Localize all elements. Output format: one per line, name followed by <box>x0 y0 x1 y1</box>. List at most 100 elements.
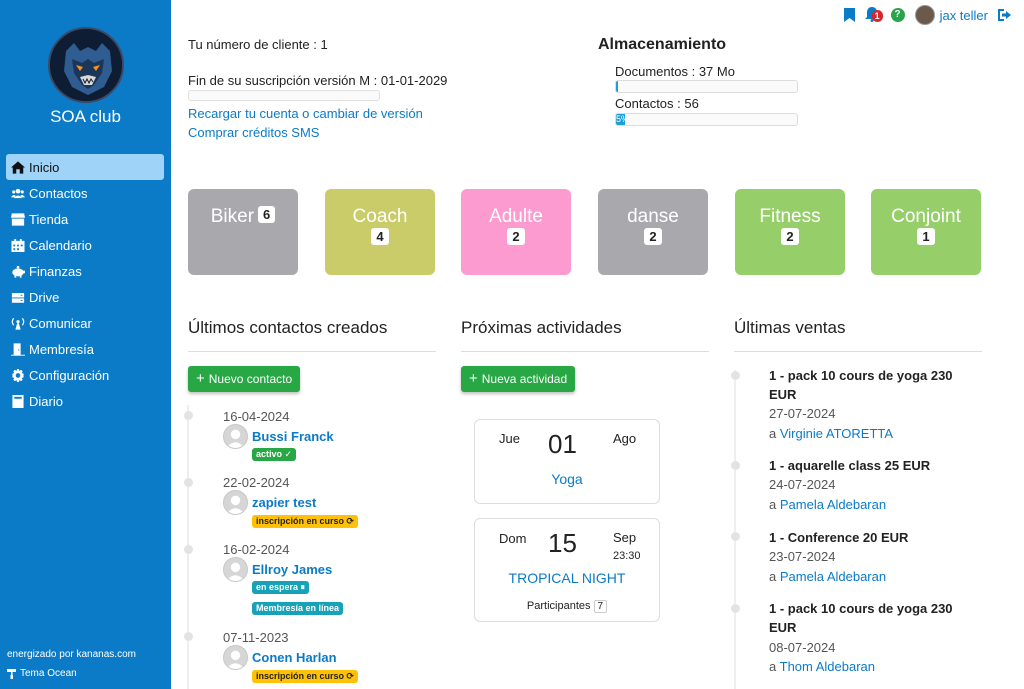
timeline-line <box>734 370 736 689</box>
button-label: Nuevo contacto <box>208 372 293 386</box>
documents-storage-fill <box>616 81 618 92</box>
contact-name[interactable]: Bussi Franck <box>252 429 334 444</box>
logout-icon[interactable] <box>998 9 1012 21</box>
subscription-progress-bar <box>188 90 380 101</box>
contact-row[interactable]: Ellroy James <box>223 557 332 582</box>
group-card-conjoint[interactable]: Conjoint 1 <box>871 189 981 275</box>
notifications-button[interactable]: 1 <box>864 7 883 23</box>
buy-sms-link[interactable]: Comprar créditos SMS <box>188 125 319 140</box>
new-contact-button[interactable]: + Nuevo contacto <box>188 366 301 392</box>
sale-title: 1 - pack 10 cours de yoga 230 EUR <box>769 368 953 402</box>
contact-name[interactable]: zapier test <box>252 495 316 510</box>
buyer-link[interactable]: Virginie ATORETTA <box>780 426 893 441</box>
users-icon <box>10 186 26 200</box>
sidebar-item-finanzas[interactable]: Finanzas <box>6 258 164 284</box>
sale-buyer: a Virginie ATORETTA <box>769 426 893 441</box>
theme-label: Tema Ocean <box>20 668 77 679</box>
contact-row[interactable]: zapier test <box>223 490 316 515</box>
sidebar-item-calendario[interactable]: Calendario <box>6 232 164 258</box>
timeline-dot <box>731 532 740 541</box>
buyer-prefix: a <box>769 497 777 512</box>
group-card-adulte[interactable]: Adulte 2 <box>461 189 571 275</box>
user-name: jax teller <box>939 7 988 23</box>
storage-title: Almacenamiento <box>598 36 727 53</box>
sales-section-title: Últimas ventas <box>734 318 846 337</box>
group-name: danse <box>627 206 679 227</box>
group-name: Conjoint <box>891 206 961 227</box>
group-count: 2 <box>781 228 799 245</box>
buyer-link[interactable]: Pamela Aldebaran <box>780 569 886 584</box>
divider <box>461 351 709 352</box>
group-name: Biker <box>210 206 255 227</box>
timeline-dot <box>731 604 740 613</box>
gear-icon <box>10 368 26 382</box>
sidebar-item-drive[interactable]: Drive <box>6 284 164 310</box>
group-card-biker[interactable]: Biker 6 <box>188 189 298 275</box>
contact-row[interactable]: Conen Harlan <box>223 645 337 670</box>
broadcast-icon <box>10 316 26 330</box>
activity-weekday: Dom <box>499 531 527 546</box>
activity-month: Sep <box>613 530 637 545</box>
activity-title[interactable]: TROPICAL NIGHT <box>475 570 659 586</box>
activity-card[interactable]: Jue 01 Ago Yoga <box>474 419 660 504</box>
theme-selector[interactable]: Tema Ocean <box>7 668 77 679</box>
sale-buyer: a Pamela Aldebaran <box>769 569 886 584</box>
user-menu[interactable]: jax teller <box>914 5 988 25</box>
group-card-fitness[interactable]: Fitness 2 <box>735 189 845 275</box>
sidebar-item-label: Diario <box>29 393 63 409</box>
sale-date: 27-07-2024 <box>769 406 836 421</box>
group-name: Adulte <box>489 206 543 227</box>
contact-name[interactable]: Conen Harlan <box>252 650 337 665</box>
store-icon <box>10 212 26 226</box>
sidebar: SOA club Inicio Contactos Tienda Calenda… <box>0 0 171 689</box>
status-badge: inscripción en curso ⟳ <box>252 515 359 528</box>
sidebar-item-label: Drive <box>29 289 60 305</box>
club-logo[interactable] <box>48 27 124 103</box>
activity-card[interactable]: Dom 15 Sep 23:30 TROPICAL NIGHT Particip… <box>474 518 660 622</box>
plus-icon: + <box>469 370 478 387</box>
group-name: Fitness <box>759 206 821 227</box>
powered-by-link[interactable]: energizado por kananas.com <box>7 649 136 660</box>
sidebar-item-comunicar[interactable]: Comunicar <box>6 310 164 336</box>
sidebar-item-configuracion[interactable]: Configuración <box>6 362 164 388</box>
buyer-link[interactable]: Pamela Aldebaran <box>780 497 886 512</box>
new-activity-button[interactable]: + Nueva actividad <box>461 366 576 392</box>
timeline-dot <box>184 632 193 641</box>
contacts-storage-fill: 5% <box>616 114 630 125</box>
activity-weekday: Jue <box>499 431 520 446</box>
sidebar-item-label: Comunicar <box>29 315 92 331</box>
sidebar-item-diario[interactable]: Diario <box>6 388 164 414</box>
buyer-prefix: a <box>769 426 777 441</box>
sidebar-item-inicio[interactable]: Inicio <box>6 154 164 180</box>
help-button[interactable]: ? <box>890 8 905 22</box>
group-card-danse[interactable]: danse 2 <box>598 189 708 275</box>
group-card-coach[interactable]: Coach 4 <box>325 189 435 275</box>
activities-section-title: Próximas actividades <box>461 318 622 337</box>
contact-date: 16-02-2024 <box>223 542 290 557</box>
sidebar-item-label: Membresía <box>29 341 95 357</box>
activity-title[interactable]: Yoga <box>475 471 659 487</box>
timeline-dot <box>731 371 740 380</box>
activity-day: 15 <box>548 528 577 558</box>
timeline-dot <box>184 411 193 420</box>
sidebar-item-membresia[interactable]: Membresía <box>6 336 164 362</box>
paint-roller-icon <box>7 668 16 679</box>
group-name: Coach <box>352 206 408 227</box>
contact-name[interactable]: Ellroy James <box>252 562 332 577</box>
membership-badge: Membresía en línea <box>252 602 344 615</box>
group-count: 2 <box>644 228 662 245</box>
sale-buyer: a Pamela Aldebaran <box>769 497 886 512</box>
contact-row[interactable]: Bussi Franck <box>223 424 334 449</box>
sale-date: 23-07-2024 <box>769 549 836 564</box>
sidebar-item-contactos[interactable]: Contactos <box>6 180 164 206</box>
contact-date: 22-02-2024 <box>223 475 290 490</box>
buyer-link[interactable]: Thom Aldebaran <box>780 659 875 674</box>
divider <box>734 351 982 352</box>
subscription-end: Fin de su suscripción versión M : 01-01-… <box>188 73 448 88</box>
bookmark-icon[interactable] <box>843 8 855 22</box>
bear-logo-icon <box>50 29 122 101</box>
sidebar-item-tienda[interactable]: Tienda <box>6 206 164 232</box>
contact-date: 16-04-2024 <box>223 409 290 424</box>
reload-account-link[interactable]: Recargar tu cuenta o cambiar de versión <box>188 106 423 121</box>
group-count: 1 <box>917 228 935 245</box>
